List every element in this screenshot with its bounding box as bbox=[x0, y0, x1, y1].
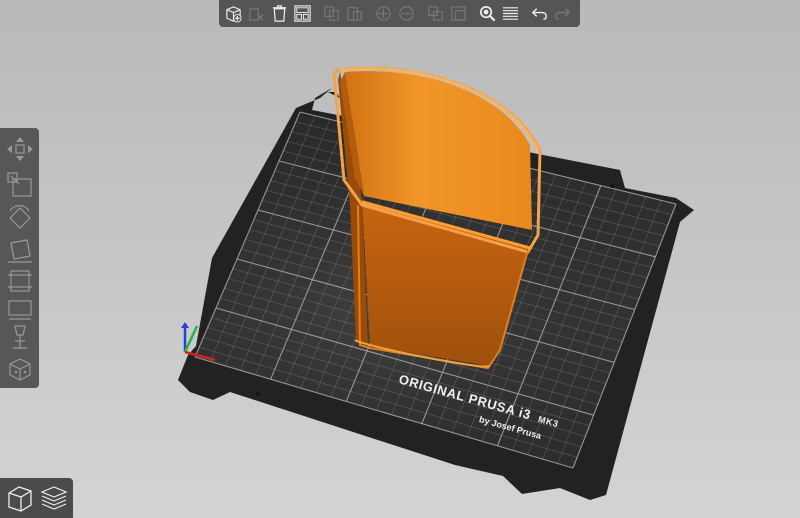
hollow-tool-button[interactable] bbox=[3, 354, 36, 384]
redo-button[interactable] bbox=[551, 2, 574, 25]
move-icon bbox=[6, 137, 33, 161]
paint-supports-icon bbox=[7, 300, 32, 320]
scale-tool-button[interactable] bbox=[3, 169, 36, 199]
view-switcher bbox=[0, 478, 73, 518]
redo-icon bbox=[555, 8, 571, 20]
hollow-icon bbox=[8, 358, 31, 381]
split-objects-button[interactable] bbox=[424, 2, 447, 25]
arrange-icon bbox=[294, 5, 311, 22]
copy-button[interactable] bbox=[320, 2, 343, 25]
layers-editing-icon bbox=[502, 7, 519, 20]
preview-layers-icon bbox=[40, 486, 68, 510]
sla-support-points-button[interactable] bbox=[3, 322, 36, 352]
scale-icon bbox=[6, 172, 32, 197]
paint-supports-button[interactable] bbox=[3, 294, 36, 324]
sla-support-points-icon bbox=[12, 325, 27, 349]
place-on-face-icon bbox=[7, 239, 32, 263]
preview-button[interactable] bbox=[38, 482, 70, 514]
paste-button[interactable] bbox=[343, 2, 366, 25]
copy-icon bbox=[324, 6, 339, 21]
rotate-tool-button[interactable] bbox=[3, 204, 36, 234]
delete-all-button[interactable] bbox=[268, 2, 291, 25]
paste-icon bbox=[347, 7, 362, 21]
3d-viewport[interactable]: ORIGINAL PRUSA i3 MK3 by Josef Prusa bbox=[0, 0, 800, 518]
search-icon bbox=[479, 5, 496, 22]
gizmo-toolbar bbox=[0, 128, 39, 388]
cut-tool-button[interactable] bbox=[3, 266, 36, 296]
delete-all-icon bbox=[272, 5, 287, 22]
remove-instance-icon bbox=[399, 6, 414, 21]
arrange-button[interactable] bbox=[291, 2, 314, 25]
split-objects-icon bbox=[428, 6, 443, 21]
layers-editing-button[interactable] bbox=[499, 2, 522, 25]
main-toolbar bbox=[219, 0, 580, 27]
place-on-face-button[interactable] bbox=[3, 236, 36, 266]
remove-instance-button[interactable] bbox=[395, 2, 418, 25]
delete-button[interactable] bbox=[245, 2, 268, 25]
add-object-icon bbox=[226, 6, 242, 23]
rotate-icon bbox=[8, 205, 31, 229]
3d-view-icon bbox=[8, 486, 32, 512]
delete-icon bbox=[249, 8, 264, 21]
cut-icon bbox=[7, 270, 32, 292]
split-parts-icon bbox=[451, 6, 466, 21]
search-button[interactable] bbox=[476, 2, 499, 25]
add-instance-icon bbox=[376, 6, 391, 21]
add-instance-button[interactable] bbox=[372, 2, 395, 25]
undo-button[interactable] bbox=[528, 2, 551, 25]
add-object-button[interactable] bbox=[222, 2, 245, 25]
move-tool-button[interactable] bbox=[3, 134, 36, 164]
undo-icon bbox=[531, 8, 547, 20]
split-parts-button[interactable] bbox=[447, 2, 470, 25]
3d-view-button[interactable] bbox=[4, 482, 36, 514]
